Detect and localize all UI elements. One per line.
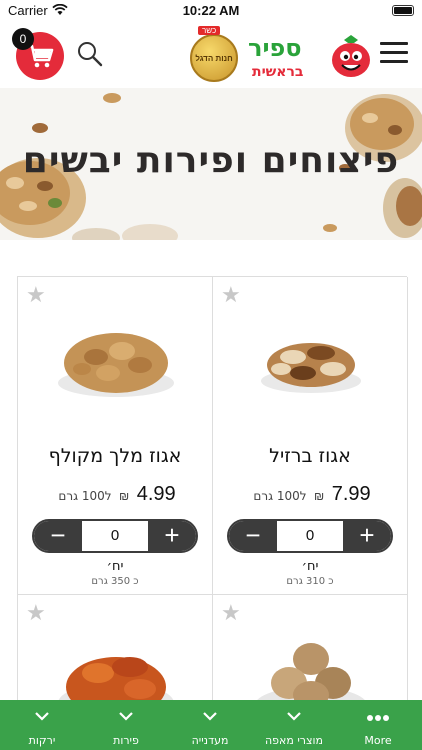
kosher-badge: חנות הדגל	[190, 34, 238, 82]
more-dots-icon	[367, 715, 389, 721]
tab-vegetables[interactable]: ירקות	[0, 700, 84, 750]
tab-label: פירות	[113, 734, 139, 747]
product-price: 4.99 ₪ ל100 גרם	[18, 483, 212, 506]
category-banner: פיצוחים ופירות יבשים	[0, 88, 422, 240]
tab-label: מוצרי מאפה	[264, 734, 324, 747]
tab-label: More	[364, 734, 392, 747]
price-currency: ₪	[314, 489, 325, 503]
quantity-stepper: − 0 +	[227, 519, 393, 553]
unit-selector[interactable]: יח׳	[18, 559, 212, 574]
cart-count-badge: 0	[12, 28, 34, 50]
app-header: 0 חנות הדגל כשר ספיר בראשית	[0, 22, 422, 88]
tab-fruits[interactable]: פירות	[84, 700, 168, 750]
kosher-ribbon: כשר	[198, 26, 221, 35]
bottom-tab-bar: ירקות פירות מעדנייה מוצרי מאפה More	[0, 700, 422, 750]
increase-quantity-button[interactable]: +	[148, 521, 196, 551]
status-time: 10:22 AM	[182, 3, 240, 18]
search-button[interactable]	[76, 40, 104, 68]
product-card[interactable]: ★	[213, 595, 408, 723]
brazil-nut-image	[261, 343, 361, 393]
tab-bakery[interactable]: מוצרי מאפה	[252, 700, 336, 750]
tab-deli[interactable]: מעדנייה	[168, 700, 252, 750]
product-name: אגוז מלך מקולף	[48, 445, 182, 467]
product-price: 7.99 ₪ ל100 גרם	[213, 483, 407, 506]
product-grid: ★ אגוז מלך מקולף 4.99 ₪ ל100 גרם − 0 + י…	[17, 276, 408, 723]
price-value: 4.99	[136, 483, 176, 505]
chevron-down-icon	[287, 712, 301, 721]
brand-name: ספיר	[248, 34, 302, 62]
chevron-down-icon	[119, 712, 133, 721]
menu-icon	[380, 42, 408, 45]
tab-label: ירקות	[28, 734, 56, 747]
product-card[interactable]: ★ אגוז מלך מקולף 4.99 ₪ ל100 גרם − 0 + י…	[18, 277, 213, 595]
weight-estimate: כ 310 גרם	[286, 576, 334, 587]
decrease-quantity-button[interactable]: −	[229, 521, 277, 551]
brand-logo[interactable]: חנות הדגל כשר ספיר בראשית	[190, 26, 374, 84]
hamburger-menu-button[interactable]	[380, 42, 408, 66]
kosher-text: חנות הדגל	[195, 53, 233, 63]
product-card[interactable]: ★	[18, 595, 213, 723]
favorite-star-icon[interactable]: ★	[26, 602, 46, 624]
strawberry-mascot-icon	[332, 35, 370, 77]
brand-subtitle: בראשית	[252, 64, 304, 80]
quantity-value[interactable]: 0	[277, 521, 343, 551]
unit-selector[interactable]: יח׳	[213, 559, 407, 574]
price-currency: ₪	[119, 489, 130, 503]
tab-label: מעדנייה	[191, 734, 229, 747]
favorite-star-icon[interactable]: ★	[221, 602, 241, 624]
walnut-image	[58, 333, 174, 397]
price-unit: ל100 גרם	[58, 489, 112, 503]
quantity-value[interactable]: 0	[82, 521, 148, 551]
tab-more[interactable]: More	[336, 700, 420, 750]
product-card[interactable]: ★ אגוז ברזיל 7.99 ₪ ל100 גרם − 0 + יח׳ כ…	[213, 277, 408, 595]
search-icon	[78, 42, 103, 67]
category-title: פיצוחים ופירות יבשים	[22, 140, 400, 181]
price-unit: ל100 גרם	[253, 489, 307, 503]
increase-quantity-button[interactable]: +	[343, 521, 391, 551]
status-bar: Carrier 10:22 AM	[0, 0, 422, 22]
chevron-down-icon	[203, 712, 217, 721]
product-name: אגוז ברזיל	[269, 445, 351, 467]
favorite-star-icon[interactable]: ★	[221, 284, 241, 306]
favorite-star-icon[interactable]: ★	[26, 284, 46, 306]
battery-icon	[392, 5, 414, 16]
weight-estimate: כ 350 גרם	[91, 576, 139, 587]
quantity-stepper: − 0 +	[32, 519, 198, 553]
price-value: 7.99	[331, 483, 371, 505]
chevron-down-icon	[35, 712, 49, 721]
decrease-quantity-button[interactable]: −	[34, 521, 82, 551]
